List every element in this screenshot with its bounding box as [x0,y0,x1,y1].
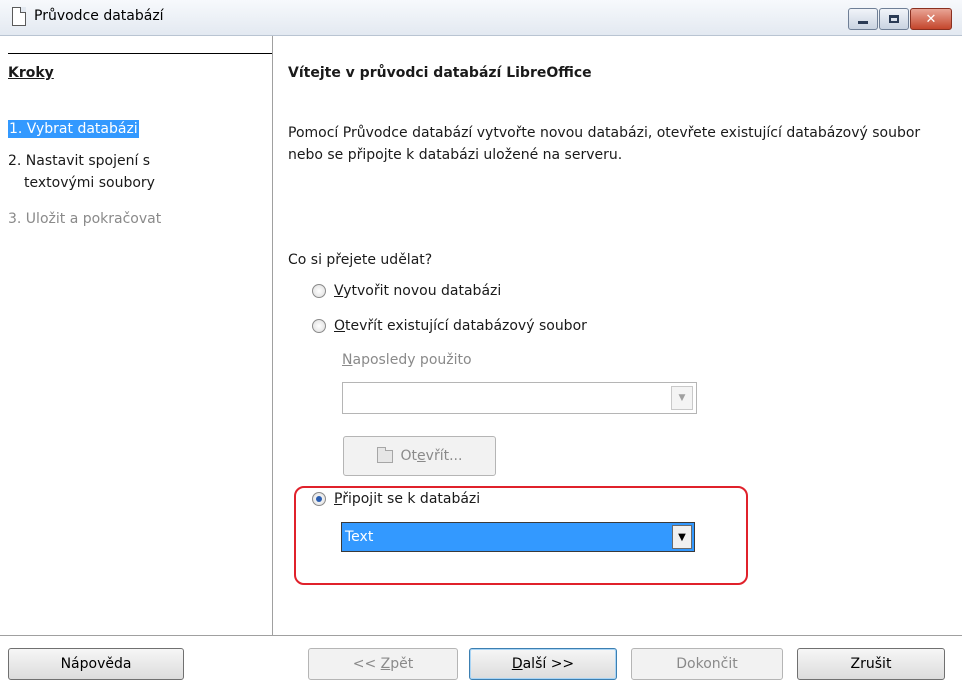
open-file-label: Otevřít... [400,448,463,464]
description-text: Pomocí Průvodce databází vytvořte novou … [288,125,921,163]
window-title: Průvodce databází [34,8,164,24]
question-label: Co si přejete udělat? [288,252,433,268]
step-select-database[interactable]: 1. Vybrat databázi [8,118,258,140]
step-set-connection[interactable]: 2. Nastavit spojení s textovými soubory [8,150,258,194]
maximize-icon [889,15,899,23]
connection-type-value: Text [345,529,374,545]
radio-button[interactable] [312,284,326,298]
radio-label: Připojit se k databázi [334,491,481,507]
step-label: 1. Vybrat databázi [8,120,139,138]
chevron-down-icon: ▼ [671,386,693,410]
open-file-button: Otevřít... [343,436,496,476]
step-label-line2: textovými soubory [24,175,155,191]
minimize-button[interactable] [848,8,878,30]
radio-connect-database[interactable]: Připojit se k databázi [312,491,480,507]
radio-label: Otevřít existující databázový soubor [334,318,587,334]
document-icon [12,7,26,26]
page-title: Vítejte v průvodci databází LibreOffice [288,65,592,81]
back-button: << Zpět [308,648,458,680]
next-label: Další >> [511,656,575,672]
button-bar: Nápověda << Zpět Další >> Dokončit Zruši… [0,635,962,693]
back-label: << Zpět [352,656,414,672]
minimize-icon [858,20,868,24]
step-label: 2. Nastavit spojení s [8,153,151,169]
help-button[interactable]: Nápověda [8,648,184,680]
recently-used-combo: ▼ [342,382,697,414]
chevron-down-icon[interactable]: ▼ [672,525,692,549]
radio-button-selected[interactable] [312,492,326,506]
step-label: 3. Uložit a pokračovat [8,211,162,227]
radio-label: Vytvořit novou databázi [334,283,502,299]
maximize-button[interactable] [879,8,909,30]
close-icon: ✕ [925,11,937,27]
radio-open-existing[interactable]: Otevřít existující databázový soubor [312,318,587,334]
recently-used-label: Naposledy použito [342,352,472,368]
steps-header: Kroky [8,65,54,81]
cancel-button[interactable]: Zrušit [797,648,945,680]
steps-panel: Kroky 1. Vybrat databázi 2. Nastavit spo… [0,36,273,635]
step-save-continue: 3. Uložit a pokračovat [8,208,258,230]
steps-divider [8,53,272,54]
close-button[interactable]: ✕ [910,8,952,30]
title-bar: Průvodce databází ✕ [0,0,962,36]
main-content: Vítejte v průvodci databází LibreOffice … [274,36,962,635]
next-button[interactable]: Další >> [469,648,617,680]
finish-button: Dokončit [631,648,783,680]
connection-type-dropdown[interactable]: Text ▼ [341,522,695,552]
folder-icon [376,446,393,463]
radio-button[interactable] [312,319,326,333]
radio-create-new[interactable]: Vytvořit novou databázi [312,283,501,299]
